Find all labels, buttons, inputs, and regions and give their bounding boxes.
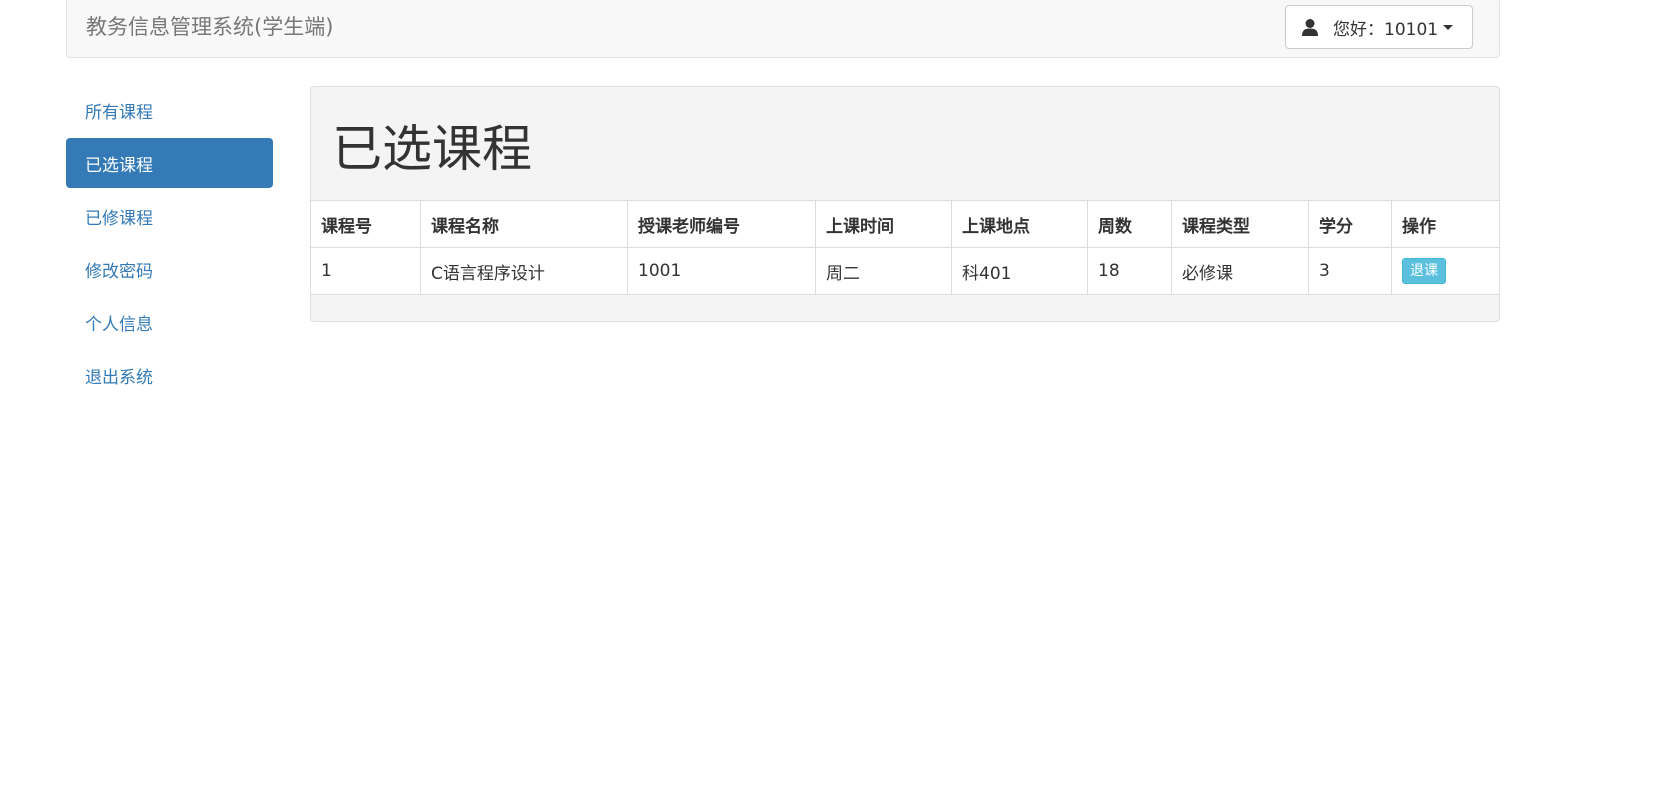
cell-weeks: 18 <box>1087 247 1172 295</box>
column-header-weeks: 周数 <box>1087 200 1172 248</box>
app-brand[interactable]: 教务信息管理系统(学生端) <box>86 13 333 41</box>
drop-course-button[interactable]: 退课 <box>1402 258 1446 284</box>
cell-course-type: 必修课 <box>1171 247 1309 295</box>
cell-action: 退课 <box>1391 247 1499 295</box>
column-header-teacher-id: 授课老师编号 <box>627 200 816 248</box>
column-header-credits: 学分 <box>1308 200 1392 248</box>
column-header-course-id: 课程号 <box>311 200 421 248</box>
sidebar-item-logout[interactable]: 退出系统 <box>66 350 273 400</box>
cell-teacher-id: 1001 <box>627 247 816 295</box>
cell-class-time: 周二 <box>815 247 952 295</box>
top-navbar: 教务信息管理系统(学生端) 您好：10101 <box>66 0 1500 58</box>
cell-credits: 3 <box>1308 247 1392 295</box>
column-header-class-time: 上课时间 <box>815 200 952 248</box>
sidebar-item-change-password[interactable]: 修改密码 <box>66 244 273 294</box>
courses-table: 课程号 课程名称 授课老师编号 上课时间 上课地点 周数 课程类型 学分 操作 … <box>311 200 1499 295</box>
cell-course-name: C语言程序设计 <box>420 247 628 295</box>
column-header-location: 上课地点 <box>951 200 1088 248</box>
column-header-course-name: 课程名称 <box>420 200 628 248</box>
sidebar-item-label: 修改密码 <box>85 261 153 282</box>
column-header-action: 操作 <box>1391 200 1499 248</box>
table-row: 1 C语言程序设计 1001 周二 科401 18 必修课 3 退课 <box>311 247 1499 295</box>
sidebar-item-label: 所有课程 <box>85 102 153 123</box>
sidebar-item-personal-info[interactable]: 个人信息 <box>66 297 273 347</box>
cell-course-id: 1 <box>311 247 421 295</box>
sidebar-item-all-courses[interactable]: 所有课程 <box>66 85 273 135</box>
sidebar-item-label: 退出系统 <box>85 367 153 388</box>
sidebar-item-label: 已修课程 <box>85 208 153 229</box>
caret-down-icon <box>1443 24 1454 30</box>
sidebar-nav: 所有课程 已选课程 已修课程 修改密码 个人信息 退出系统 <box>66 85 273 403</box>
sidebar-item-selected-courses[interactable]: 已选课程 <box>66 138 273 188</box>
page-title: 已选课程 <box>332 120 532 178</box>
column-header-course-type: 课程类型 <box>1171 200 1309 248</box>
cell-location: 科401 <box>951 247 1088 295</box>
user-greeting: 您好：10101 <box>1333 19 1439 40</box>
table-header-row: 课程号 课程名称 授课老师编号 上课时间 上课地点 周数 课程类型 学分 操作 <box>311 200 1499 248</box>
selected-courses-panel: 已选课程 课程号 课程名称 授课老师编号 上课时间 上课地点 周数 课程类型 学… <box>310 86 1500 322</box>
sidebar-item-label: 已选课程 <box>85 155 153 176</box>
sidebar-item-label: 个人信息 <box>85 314 153 335</box>
sidebar-item-completed-courses[interactable]: 已修课程 <box>66 191 273 241</box>
user-menu-button[interactable]: 您好：10101 <box>1285 5 1473 49</box>
user-icon <box>1301 18 1319 36</box>
